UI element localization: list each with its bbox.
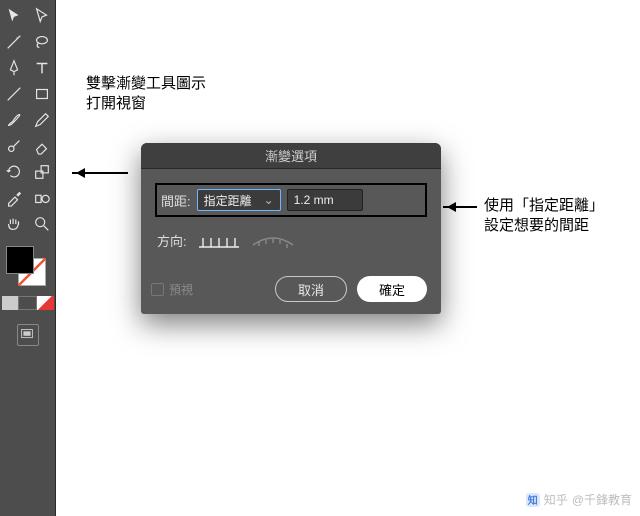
preview-checkbox[interactable]: 預視: [151, 281, 193, 298]
tool-eyedropper[interactable]: [2, 186, 26, 210]
annotation-right-line2: 設定想要的間距: [484, 216, 604, 236]
tool-direct-select[interactable]: [30, 4, 54, 28]
annotation-right-line1: 使用「指定距離」: [484, 196, 604, 216]
spacing-label: 間距:: [161, 191, 191, 210]
annotation-top-line1: 雙擊漸變工具圖示: [86, 74, 206, 94]
preview-label: 預視: [169, 281, 193, 298]
annotation-top-line2: 打開視窗: [86, 94, 206, 114]
color-mode-row[interactable]: [2, 296, 54, 310]
tool-selection[interactable]: [2, 4, 26, 28]
confirm-button[interactable]: 確定: [357, 276, 427, 302]
cancel-button[interactable]: 取消: [275, 276, 347, 302]
chevron-down-icon: ⌄: [264, 193, 274, 207]
tool-rect[interactable]: [30, 82, 54, 106]
direction-row: 方向:: [155, 231, 427, 250]
spacing-row-highlight: 間距: 指定距離 ⌄ 1.2 mm: [155, 183, 427, 217]
checkbox-icon: [151, 283, 164, 296]
direction-align-path[interactable]: [251, 232, 295, 250]
tool-rotate[interactable]: [2, 160, 26, 184]
tool-zoom[interactable]: [30, 212, 54, 236]
tool-brush[interactable]: [2, 108, 26, 132]
tool-blend[interactable]: [30, 186, 54, 210]
arrow-to-toolbar: [72, 172, 128, 174]
tool-lasso[interactable]: [30, 30, 54, 54]
tool-line[interactable]: [2, 82, 26, 106]
spacing-mode-select[interactable]: 指定距離 ⌄: [197, 189, 281, 211]
toolbar: [0, 0, 56, 516]
watermark-author: @千鋒教育: [572, 491, 632, 508]
screen-mode[interactable]: [17, 324, 39, 346]
watermark-site: 知乎: [544, 491, 568, 508]
dialog-title: 漸變選項: [141, 143, 441, 169]
watermark: 知 知乎 @千鋒教育: [526, 491, 632, 508]
direction-label: 方向:: [157, 231, 187, 250]
blend-options-dialog: 漸變選項 間距: 指定距離 ⌄ 1.2 mm 方向: 預視: [141, 143, 441, 314]
spacing-value-input[interactable]: 1.2 mm: [287, 189, 363, 211]
tool-pencil[interactable]: [30, 108, 54, 132]
zhihu-icon: 知: [526, 493, 540, 507]
annotation-right: 使用「指定距離」 設定想要的間距: [484, 196, 604, 237]
tool-blob[interactable]: [2, 134, 26, 158]
arrow-to-spacing: [443, 206, 477, 208]
dialog-buttons: 預視 取消 確定: [155, 276, 427, 302]
tool-eraser[interactable]: [30, 134, 54, 158]
spacing-value-text: 1.2 mm: [294, 193, 334, 207]
annotation-top: 雙擊漸變工具圖示 打開視窗: [86, 74, 206, 115]
tool-type[interactable]: [30, 56, 54, 80]
tool-pen[interactable]: [2, 56, 26, 80]
tool-hand[interactable]: [2, 212, 26, 236]
color-swatches[interactable]: [6, 246, 50, 290]
tool-magic-wand[interactable]: [2, 30, 26, 54]
spacing-mode-value: 指定距離: [204, 192, 252, 209]
tool-scale[interactable]: [30, 160, 54, 184]
direction-align-page[interactable]: [197, 232, 241, 250]
